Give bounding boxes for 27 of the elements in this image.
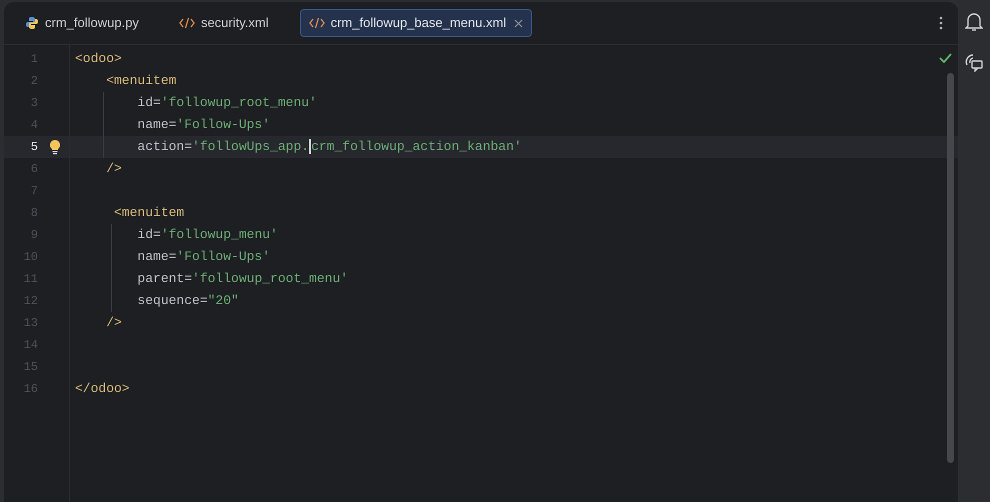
chat-icon[interactable] xyxy=(964,52,984,72)
python-icon xyxy=(25,16,39,30)
code-line: sequence="20" xyxy=(136,292,239,310)
code-line: parent='followup_root_menu' xyxy=(136,270,348,288)
check-icon xyxy=(939,53,952,63)
file-tab[interactable]: crm_followup_base_menu.xml xyxy=(300,9,532,37)
file-tab[interactable]: crm_followup.py xyxy=(16,9,148,37)
bell-icon[interactable] xyxy=(965,12,983,32)
code-line: <menuitem xyxy=(105,72,176,90)
code-line: id='followup_menu' xyxy=(136,226,278,244)
close-icon[interactable] xyxy=(514,18,524,28)
code-line: /> xyxy=(105,160,122,178)
code-line: action='followUps_app.crm_followup_action_kanban' xyxy=(136,138,522,156)
code-icon xyxy=(178,17,195,29)
scrollbar[interactable] xyxy=(947,73,954,463)
code-line: <odoo> xyxy=(75,50,122,68)
line-number: 5 xyxy=(30,139,38,156)
code-icon xyxy=(308,17,325,29)
code-line: /> xyxy=(105,314,122,332)
code-line: id='followup_root_menu' xyxy=(136,94,317,112)
file-tab[interactable]: security.xml xyxy=(170,9,278,37)
code-line: </odoo> xyxy=(75,380,130,398)
code-line: name='Follow-Ups' xyxy=(136,248,270,266)
code-line: name='Follow-Ups' xyxy=(136,116,270,134)
more-options-icon[interactable] xyxy=(939,16,943,30)
code-line: <menuitem xyxy=(113,204,184,222)
lightbulb-icon[interactable] xyxy=(49,139,61,155)
